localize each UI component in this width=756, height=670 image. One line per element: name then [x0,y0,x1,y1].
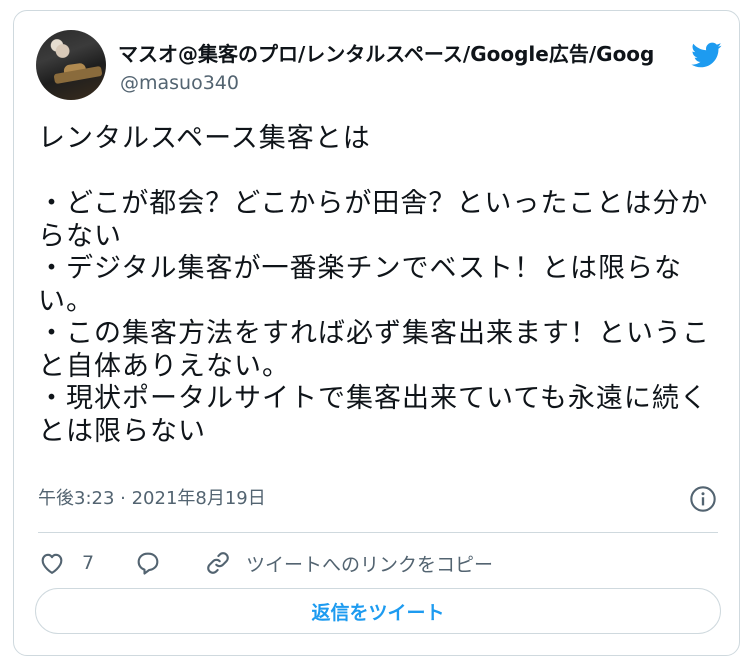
like-count: 7 [82,552,95,574]
reply-tweet-button[interactable]: 返信をツイート [35,588,721,634]
link-icon [207,552,229,574]
tweet-timestamp[interactable]: 午後3:23 · 2021年8月19日 [38,487,266,511]
reply-button[interactable] [134,543,162,583]
user-handle[interactable]: @masuo340 [120,71,239,95]
tweet-text: レンタルスペース集客とは ・どこが都会？どこからが田舎？といったことは分からない… [38,123,710,447]
info-icon[interactable] [689,485,717,513]
display-name[interactable]: マスオ@集客のプロ/レンタルスペース/Google広告/Goog [118,41,680,67]
divider [38,532,718,533]
twitter-bird-icon[interactable] [687,39,725,71]
reply-bubble-icon [137,552,159,575]
copy-link-button[interactable]: ツイートへのリンクをコピー [204,543,493,583]
like-button[interactable]: 7 [38,543,94,583]
action-bar: 7 ツイートへのリンクをコピー [38,543,718,583]
copy-link-label: ツイートへのリンクをコピー [246,553,494,576]
heart-icon [41,553,63,574]
tweet-card: マスオ@集客のプロ/レンタルスペース/Google広告/Goog @masuo3… [13,10,740,656]
avatar[interactable] [36,30,106,100]
